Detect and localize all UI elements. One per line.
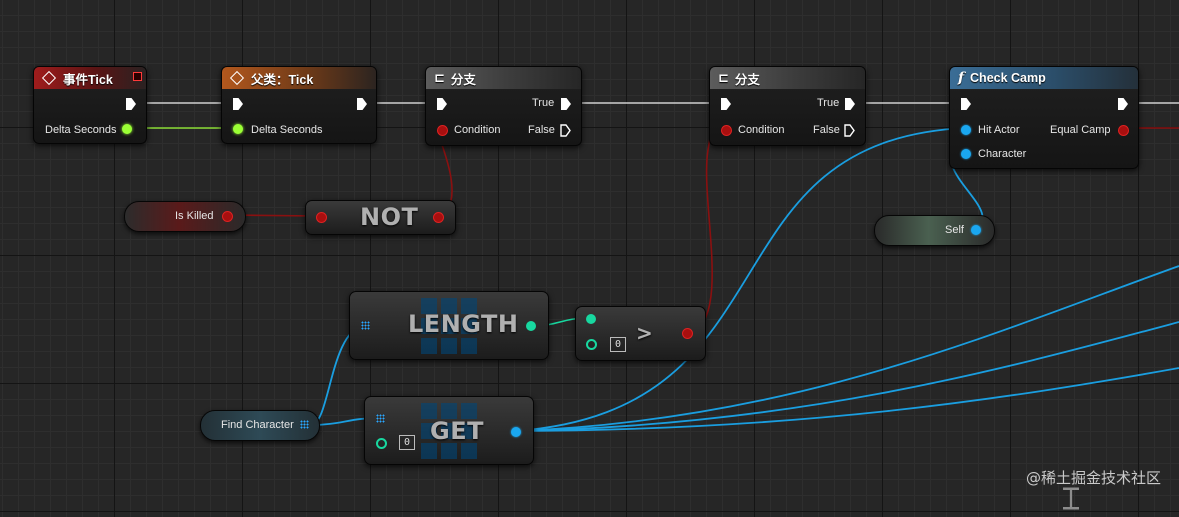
exec-out-pin[interactable] [1118,98,1128,110]
false-exec-pin[interactable] [844,124,855,137]
check-camp-title: Check Camp [970,71,1046,85]
branch-header-2: ⊏ 分支 [710,67,865,89]
get-title: GET [430,417,484,445]
condition-pin[interactable] [437,125,448,136]
event-diamond-icon [41,70,57,86]
not-title: NOT [360,203,419,231]
object-wire [515,127,967,432]
length-out-pin[interactable] [526,321,536,331]
delta-seconds-out-pin[interactable] [122,124,132,134]
object-wire [515,367,1179,432]
true-label: True [817,97,840,109]
watermark-text: @稀土掘金技术社区 [1025,469,1161,487]
is-killed-variable[interactable]: Is Killed [124,201,246,232]
branch-node-2[interactable]: ⊏ 分支 True Condition False [709,66,866,146]
equal-camp-pin[interactable] [1118,125,1129,136]
false-label: False [528,124,555,136]
event-tick-node[interactable]: 事件Tick Delta Seconds [33,66,147,144]
array-in-pin-icon[interactable] [376,414,385,423]
false-exec-pin[interactable] [560,124,571,137]
length-node[interactable]: LENGTH [349,291,549,360]
self-out-pin[interactable] [971,225,981,235]
find-character-label: Find Character [221,419,294,431]
length-title: LENGTH [408,310,519,338]
greater-a-pin[interactable] [586,314,596,324]
exec-out-pin[interactable] [357,98,367,110]
greater-symbol: > [636,321,654,345]
exec-in-pin[interactable] [437,98,447,110]
check-camp-header: f Check Camp [950,67,1138,89]
get-node[interactable]: 0 GET [364,396,534,465]
not-out-pin[interactable] [433,212,444,223]
self-label: Self [945,224,964,236]
not-in-pin[interactable] [316,212,327,223]
branch-title-2: 分支 [734,72,760,87]
function-icon: f [958,70,965,86]
delta-seconds-label: Delta Seconds [45,124,117,136]
exec-in-pin[interactable] [961,98,971,110]
find-character-variable[interactable]: Find Character [200,410,320,441]
character-pin[interactable] [961,149,971,159]
branch-title-1: 分支 [450,72,476,87]
exec-out-pin[interactable] [126,98,136,110]
bool-wire [693,119,723,333]
array-in-pin-icon[interactable] [361,321,370,330]
hit-actor-label: Hit Actor [978,124,1020,136]
false-label: False [813,124,840,136]
is-killed-out-pin[interactable] [222,211,233,222]
greater-b-pin[interactable] [586,339,597,350]
not-node[interactable]: NOT [305,200,456,235]
find-character-out-pin-icon[interactable] [300,420,309,429]
branch-header-1: ⊏ 分支 [426,67,581,89]
self-reference[interactable]: Self [874,215,995,246]
character-label: Character [978,148,1027,160]
event-tick-header: 事件Tick [34,67,146,89]
greater-out-pin[interactable] [682,328,693,339]
delta-seconds-in-pin[interactable] [233,124,243,134]
branch-icon: ⊏ [718,70,729,85]
event-diamond-icon [229,70,245,86]
exec-in-pin[interactable] [721,98,731,110]
parent-tick-title: 父类：Tick [251,72,314,87]
true-exec-pin[interactable] [561,98,571,110]
parent-tick-node[interactable]: 父类：Tick Delta Seconds [221,66,377,144]
hit-actor-pin[interactable] [961,125,971,135]
is-killed-label: Is Killed [175,210,214,222]
true-label: True [532,97,555,109]
index-value[interactable]: 0 [399,435,415,450]
index-pin[interactable] [376,438,387,449]
branch-node-1[interactable]: ⊏ 分支 True Condition False [425,66,582,146]
true-exec-pin[interactable] [845,98,855,110]
condition-pin[interactable] [721,125,732,136]
condition-label: Condition [454,124,501,136]
get-out-pin[interactable] [511,427,521,437]
greater-b-value[interactable]: 0 [610,337,626,352]
condition-label: Condition [738,124,785,136]
parent-tick-header: 父类：Tick [222,67,376,89]
branch-icon: ⊏ [434,70,445,85]
check-camp-node[interactable]: f Check Camp Hit Actor Equal Camp Charac… [949,66,1139,169]
equal-camp-label: Equal Camp [1050,124,1111,136]
delta-seconds-label: Delta Seconds [251,124,323,136]
event-tick-title: 事件Tick [63,72,113,87]
exec-in-pin[interactable] [233,98,243,110]
greater-than-node[interactable]: 0 > [575,306,706,361]
delegate-pin-icon[interactable] [133,72,142,81]
